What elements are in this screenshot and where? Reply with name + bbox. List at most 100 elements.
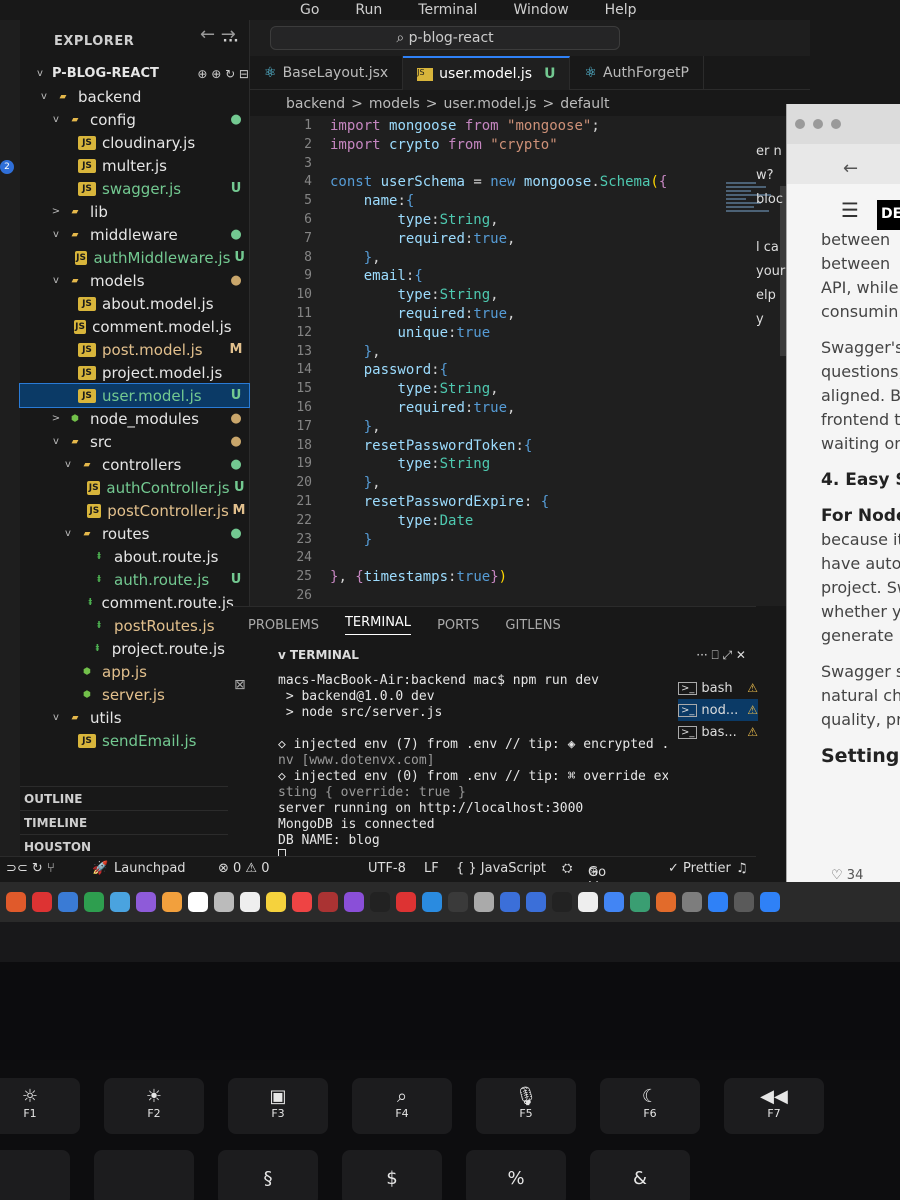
command-center-search[interactable]: ⌕ p-blog-react xyxy=(270,26,620,50)
encoding[interactable]: UTF-8 xyxy=(368,861,406,876)
tree-file[interactable]: JS user.model.js U xyxy=(19,383,250,408)
tree-file[interactable]: JS authController.js U xyxy=(20,476,249,499)
menu-item-terminal[interactable]: Terminal xyxy=(418,0,477,22)
keyboard-key[interactable]: % xyxy=(466,1150,566,1200)
dock-app-icon[interactable] xyxy=(656,892,676,912)
dock-app-icon[interactable] xyxy=(162,892,182,912)
tree-folder[interactable]: v ▰ controllers ● xyxy=(20,453,249,476)
tree-file[interactable]: JSsendEmail.jsU xyxy=(20,729,249,752)
terminal-instance[interactable]: >_ bash ⚠ xyxy=(678,677,758,699)
code-line[interactable]: } xyxy=(330,532,372,548)
dock-app-icon[interactable] xyxy=(630,892,650,912)
code-line[interactable]: required:true, xyxy=(330,231,515,247)
code-line[interactable]: type:String, xyxy=(330,381,498,397)
hamburger-menu-icon[interactable]: ☰ xyxy=(841,198,859,222)
keyboard-key[interactable]: $ xyxy=(342,1150,442,1200)
like-count[interactable]: ♡ 34 xyxy=(831,868,863,883)
tree-file[interactable]: JS comment.model.js xyxy=(20,315,249,338)
remote-icon[interactable]: ⊃⊂ ↻ ⑂ xyxy=(6,861,55,876)
panel-tab-gitlens[interactable]: GITLENS xyxy=(505,618,560,633)
tree-folder[interactable]: v ▰ src ● xyxy=(20,430,249,453)
panel-tab-terminal[interactable]: TERMINAL xyxy=(344,615,412,635)
panel-tab-problems[interactable]: PROBLEMS xyxy=(248,618,319,633)
tree-folder[interactable]: v ▰ backend xyxy=(20,85,249,108)
code-line[interactable]: required:true, xyxy=(330,400,515,416)
tree-folder[interactable]: v ▰ routes ● xyxy=(20,522,249,545)
dock-app-icon[interactable] xyxy=(578,892,598,912)
tree-file[interactable]: ⱡ project.route.js xyxy=(20,637,249,660)
tree-folder[interactable]: > ▰ lib xyxy=(20,200,249,223)
code-line[interactable]: type:String, xyxy=(330,212,498,228)
tree-file[interactable]: ⬢app.jsM xyxy=(20,660,249,683)
editor-tab[interactable]: ⚛ AuthForgetP xyxy=(570,56,704,90)
dock-app-icon[interactable] xyxy=(240,892,260,912)
launchpad-label[interactable]: Launchpad xyxy=(114,861,186,876)
language-mode[interactable]: { } JavaScript xyxy=(456,861,546,876)
dock-app-icon[interactable] xyxy=(32,892,52,912)
tree-file[interactable]: JS swagger.js U xyxy=(20,177,249,200)
timeline-section[interactable]: TIMELINE xyxy=(20,810,250,834)
code-line[interactable]: type:String xyxy=(330,456,490,472)
breadcrumb-item[interactable]: models xyxy=(369,96,420,112)
keyboard-key[interactable]: & xyxy=(590,1150,690,1200)
tree-file[interactable]: ⬢server.jsM xyxy=(20,683,249,706)
dock-app-icon[interactable] xyxy=(474,892,494,912)
tree-file[interactable]: ⱡpostRoutes.jsM xyxy=(20,614,249,637)
function-key[interactable]: ☾ F6 xyxy=(600,1078,700,1134)
code-line[interactable]: }, xyxy=(330,419,381,435)
dock-app-icon[interactable] xyxy=(136,892,156,912)
dock-app-icon[interactable] xyxy=(682,892,702,912)
menu-item-help[interactable]: Help xyxy=(605,0,637,22)
dock-app-icon[interactable] xyxy=(58,892,78,912)
window-zoom-icon[interactable] xyxy=(831,119,841,129)
code-line[interactable]: }, xyxy=(330,475,381,491)
dock-app-icon[interactable] xyxy=(214,892,234,912)
function-key[interactable]: ▣ F3 xyxy=(228,1078,328,1134)
function-key[interactable]: ◀◀ F7 xyxy=(724,1078,824,1134)
dock-app-icon[interactable] xyxy=(370,892,390,912)
line-ending[interactable]: LF xyxy=(424,861,439,876)
code-line[interactable]: email:{ xyxy=(330,268,423,284)
function-key[interactable]: 🎙 F5 xyxy=(476,1078,576,1134)
dock-app-icon[interactable] xyxy=(318,892,338,912)
function-key[interactable]: ⌕ F4 xyxy=(352,1078,452,1134)
menu-item-window[interactable]: Window xyxy=(513,0,568,22)
code-line[interactable]: import mongoose from "mongoose"; xyxy=(330,118,600,134)
dock-app-icon[interactable] xyxy=(6,892,26,912)
code-line[interactable]: required:true, xyxy=(330,306,515,322)
houston-section[interactable]: HOUSTON xyxy=(20,834,250,858)
terminal-instance[interactable]: >_ nod... ⚠ xyxy=(678,699,758,721)
code-line[interactable]: }, xyxy=(330,250,381,266)
code-line[interactable]: resetPasswordToken:{ xyxy=(330,438,533,454)
dock-app-icon[interactable] xyxy=(84,892,104,912)
dock-app-icon[interactable] xyxy=(448,892,468,912)
dock-app-icon[interactable] xyxy=(344,892,364,912)
tree-file[interactable]: ⱡ comment.route.js xyxy=(20,591,249,614)
code-line[interactable]: name:{ xyxy=(330,193,415,209)
source-control-badge[interactable]: 2 xyxy=(0,160,14,174)
dock-app-icon[interactable] xyxy=(500,892,520,912)
tree-folder[interactable]: v▰utils● xyxy=(20,706,249,729)
code-line[interactable]: type:String, xyxy=(330,287,498,303)
function-key[interactable]: ☀ F2 xyxy=(104,1078,204,1134)
outline-section[interactable]: OUTLINE xyxy=(20,786,250,810)
tree-folder[interactable]: v ▰ middleware ● xyxy=(20,223,249,246)
tree-folder[interactable]: > ⬢ node_modules ● xyxy=(20,407,249,430)
prettier[interactable]: ✓ Prettier xyxy=(668,861,731,876)
code-line[interactable]: resetPasswordExpire: { xyxy=(330,494,549,510)
dock-app-icon[interactable] xyxy=(110,892,130,912)
function-key[interactable]: ☼ F1 xyxy=(0,1078,80,1134)
dock-app-icon[interactable] xyxy=(552,892,572,912)
terminal-output[interactable]: macs-MacBook-Air:backend mac$ npm run de… xyxy=(278,673,668,863)
tree-folder[interactable]: v ▰ models ● xyxy=(20,269,249,292)
code-line[interactable]: }, xyxy=(330,344,381,360)
breadcrumb-item[interactable]: user.model.js xyxy=(444,96,537,112)
tree-file[interactable]: ⱡ about.route.js xyxy=(20,545,249,568)
code-line[interactable]: import crypto from "crypto" xyxy=(330,137,558,153)
dock-app-icon[interactable] xyxy=(734,892,754,912)
panel-tab-ports[interactable]: PORTS xyxy=(437,618,479,633)
dock-app-icon[interactable] xyxy=(760,892,780,912)
breadcrumb-item[interactable]: default xyxy=(560,96,609,112)
code-line[interactable]: type:Date xyxy=(330,513,473,529)
tree-file[interactable]: JS post.model.js M xyxy=(20,338,249,361)
